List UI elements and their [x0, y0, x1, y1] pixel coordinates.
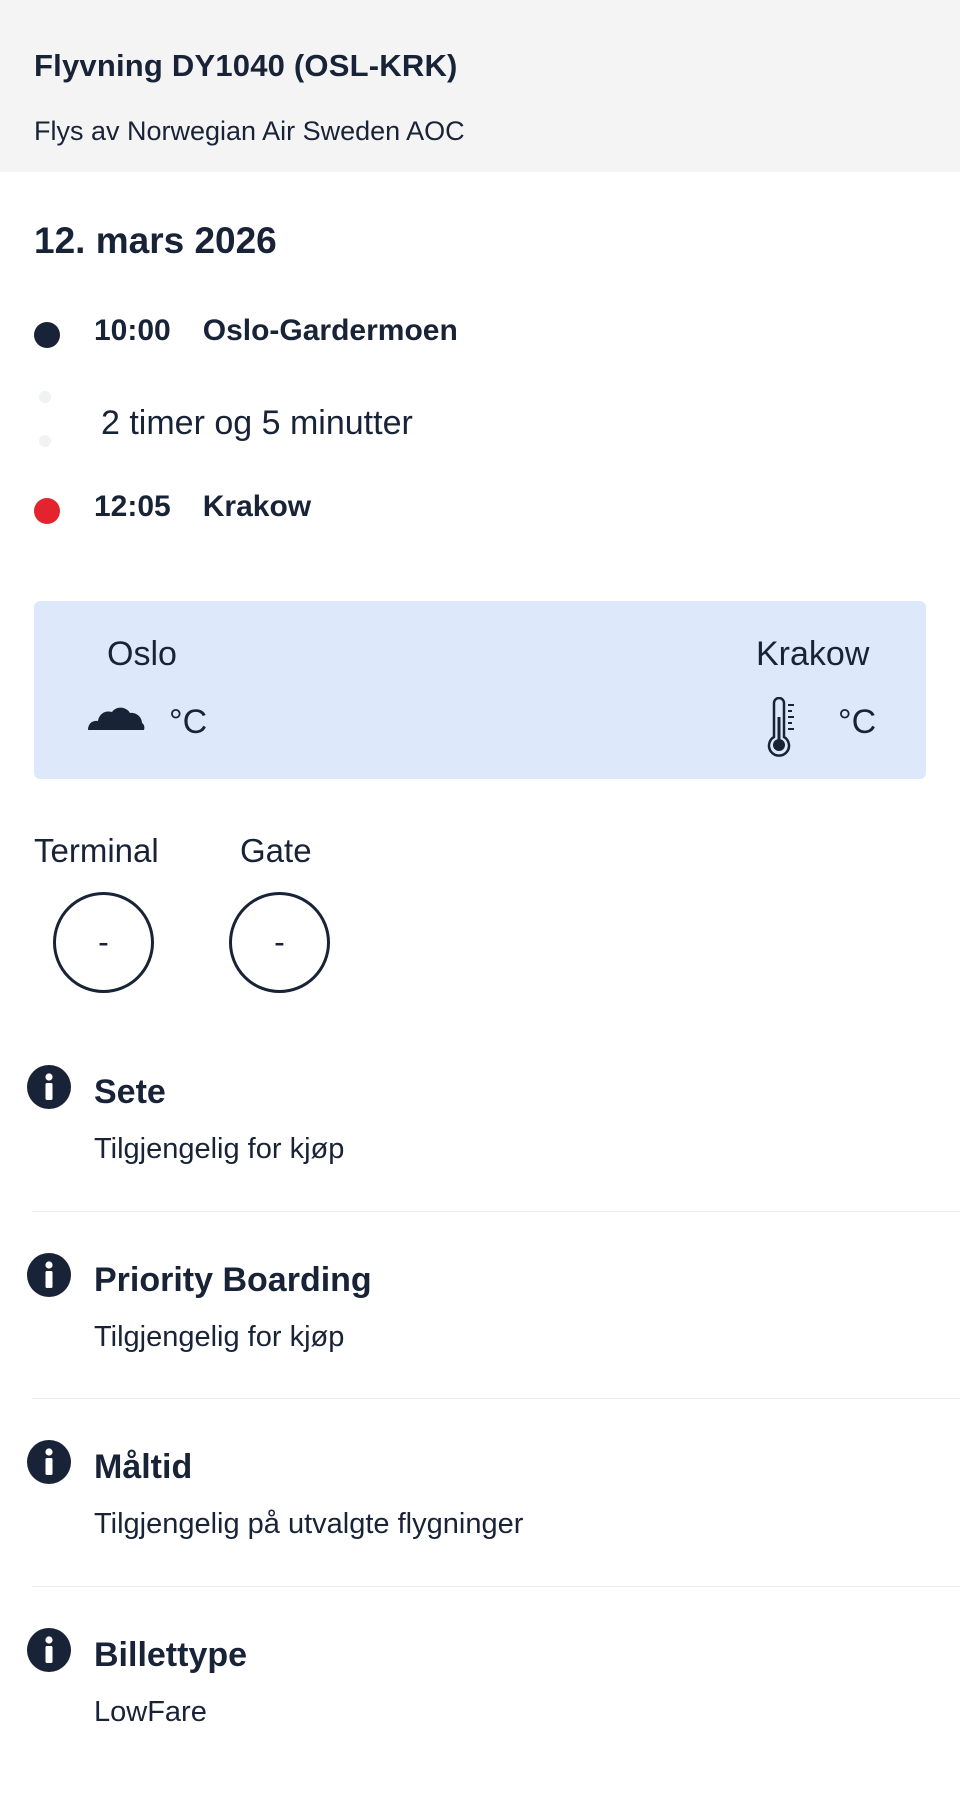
arrival-dot — [34, 498, 60, 524]
departure-time: 10:00 — [94, 314, 171, 347]
info-item-meal[interactable]: Måltid Tilgjengelig på utvalgte flygning… — [0, 1440, 960, 1626]
origin-city: Oslo — [107, 635, 177, 673]
timeline-dot — [39, 435, 51, 447]
departure-airport: Oslo-Gardermoen — [202, 314, 458, 347]
origin-temp-unit: °C — [169, 703, 208, 741]
divider — [32, 1586, 960, 1587]
operator-text: Flys av Norwegian Air Sweden AOC — [34, 116, 465, 146]
terminal-label: Terminal — [34, 832, 159, 869]
info-item-title: Sete — [94, 1073, 166, 1111]
divider — [32, 1398, 960, 1399]
departure-dot — [34, 322, 60, 348]
info-icon — [27, 1253, 71, 1297]
gate-value: - — [229, 892, 330, 993]
gate-label: Gate — [240, 832, 312, 869]
arrival-row: 12:05 Krakow — [94, 490, 311, 524]
info-item-ticket-type[interactable]: Billettype LowFare — [0, 1628, 960, 1814]
info-item-priority-boarding[interactable]: Priority Boarding Tilgjengelig for kjøp — [0, 1253, 960, 1439]
info-item-title: Billettype — [94, 1636, 248, 1674]
info-item-seat[interactable]: Sete Tilgjengelig for kjøp — [0, 1065, 960, 1251]
departure-row: 10:00 Oslo-Gardermoen — [94, 314, 458, 348]
divider — [32, 1211, 960, 1212]
flight-date: 12. mars 2026 — [34, 220, 277, 261]
info-icon — [27, 1065, 71, 1109]
info-icon — [27, 1628, 71, 1672]
flight-title: Flyvning DY1040 (OSL-KRK) — [34, 48, 458, 83]
arrival-airport: Krakow — [202, 490, 312, 523]
timeline-dot — [39, 391, 51, 403]
arrival-time: 12:05 — [94, 490, 171, 523]
weather-card: Oslo °C Krakow °C — [34, 601, 926, 779]
terminal-value: - — [53, 892, 154, 993]
info-item-value: Tilgjengelig for kjøp — [94, 1133, 345, 1165]
info-item-title: Måltid — [94, 1448, 193, 1486]
info-item-value: LowFare — [94, 1696, 207, 1728]
info-icon — [27, 1440, 71, 1484]
info-item-value: Tilgjengelig på utvalgte flygninger — [94, 1508, 524, 1540]
cloud-icon — [86, 704, 146, 737]
destination-city: Krakow — [756, 635, 870, 673]
info-item-value: Tilgjengelig for kjøp — [94, 1321, 345, 1353]
info-item-title: Priority Boarding — [94, 1261, 372, 1299]
flight-duration: 2 timer og 5 minutter — [101, 404, 413, 442]
flight-header: Flyvning DY1040 (OSL-KRK) Flys av Norweg… — [0, 0, 960, 172]
thermometer-icon — [765, 696, 801, 762]
destination-temp-unit: °C — [838, 703, 877, 741]
